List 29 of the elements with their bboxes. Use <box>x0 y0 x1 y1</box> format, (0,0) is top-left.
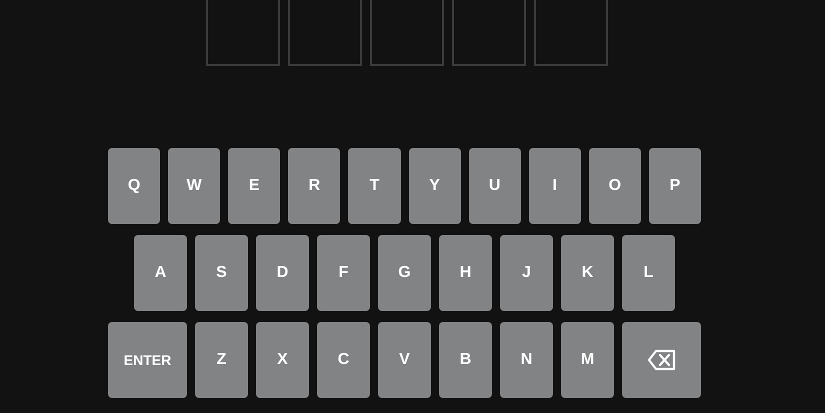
enter-key[interactable]: ENTER <box>108 322 187 398</box>
letter-key[interactable]: I <box>528 148 581 224</box>
letter-key[interactable]: A <box>134 235 187 311</box>
letter-key[interactable]: C <box>317 322 370 398</box>
letter-key[interactable]: W <box>168 148 220 224</box>
letter-key[interactable]: Y <box>408 148 461 224</box>
letter-key[interactable]: Z <box>195 322 248 398</box>
letter-key[interactable]: G <box>378 235 431 311</box>
letter-key[interactable]: N <box>500 322 553 398</box>
letter-key[interactable]: M <box>561 322 614 398</box>
letter-key[interactable]: D <box>256 235 309 311</box>
letter-key[interactable]: T <box>348 148 400 224</box>
letter-key[interactable]: V <box>378 322 431 398</box>
letter-key[interactable]: O <box>588 148 641 224</box>
letter-key[interactable]: P <box>648 148 701 224</box>
letter-key[interactable]: J <box>500 235 553 311</box>
backspace-icon <box>646 349 676 371</box>
letter-key[interactable]: U <box>468 148 521 224</box>
letter-key[interactable]: L <box>622 235 675 311</box>
letter-key[interactable]: B <box>439 322 492 398</box>
letter-key[interactable]: E <box>228 148 280 224</box>
letter-key[interactable]: X <box>256 322 309 398</box>
letter-key[interactable]: R <box>288 148 340 224</box>
letter-key[interactable]: Q <box>108 148 160 224</box>
letter-key[interactable]: F <box>317 235 370 311</box>
backspace-key[interactable] <box>622 322 701 398</box>
letter-key[interactable]: S <box>195 235 248 311</box>
letter-key[interactable]: H <box>439 235 492 311</box>
letter-key[interactable]: K <box>561 235 614 311</box>
